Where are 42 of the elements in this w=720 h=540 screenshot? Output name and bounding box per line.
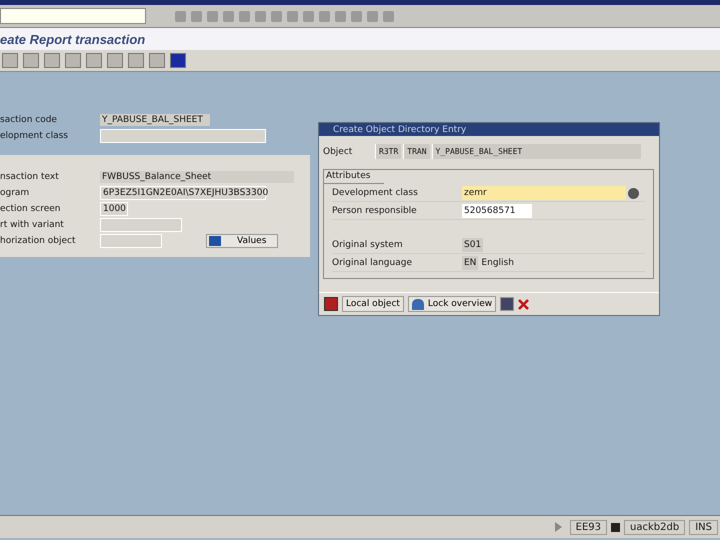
value-help-icon[interactable] <box>628 188 639 198</box>
field-label: ection screen <box>0 204 62 214</box>
text-field[interactable]: 520568571 <box>462 204 532 218</box>
display-field: S01 <box>462 238 484 252</box>
cancel-icon[interactable] <box>518 298 530 310</box>
dialog-button[interactable]: Local object <box>342 296 404 312</box>
expand-icon[interactable] <box>554 522 562 532</box>
object-field: Y_PABUSE_BAL_SHEET <box>432 144 641 159</box>
text-field[interactable] <box>100 234 162 248</box>
language-name: English <box>481 258 514 268</box>
field-label: horization object <box>0 236 76 246</box>
field-label: Object <box>323 146 354 156</box>
text-field[interactable]: 1000 <box>100 202 128 216</box>
field-label: Original language <box>332 258 413 268</box>
object-field: R3TR <box>375 144 402 159</box>
text-field[interactable]: zemr <box>462 186 626 200</box>
command-field[interactable] <box>0 8 146 24</box>
object-field: TRAN <box>403 144 430 159</box>
text-field[interactable] <box>100 129 266 143</box>
dialog-title: Create Object Directory Entry <box>333 124 466 134</box>
field-label: rt with variant <box>0 220 65 230</box>
field-label: Original system <box>332 240 404 250</box>
values-button[interactable]: Values <box>206 234 278 248</box>
field-label: Person responsible <box>332 206 418 216</box>
status-field: uackb2db <box>624 520 686 534</box>
field-label: elopment class <box>0 131 69 141</box>
field-label: ogram <box>0 188 30 198</box>
status-field: EE93 <box>570 520 608 534</box>
field-label: Development class <box>332 188 419 198</box>
field-label: nsaction text <box>0 172 60 182</box>
text-field[interactable]: FWBUSS_Balance_Sheet <box>100 171 294 183</box>
text-field[interactable]: 6P3EZ5I1GN2E0AI\S7XEJHU3BS3300 <box>100 186 266 200</box>
toolbar-icon[interactable] <box>500 297 514 311</box>
status-field: INS <box>689 520 718 534</box>
status-icon <box>611 522 620 532</box>
field-label: saction code <box>0 115 58 125</box>
text-field[interactable]: Y_PABUSE_BAL_SHEET <box>100 114 210 126</box>
text-field[interactable] <box>100 218 182 232</box>
person-icon <box>412 298 424 310</box>
dialog-button[interactable]: Lock overview <box>408 296 496 312</box>
screen-title: eate Report transaction <box>0 32 146 46</box>
display-field: EN <box>462 256 478 270</box>
